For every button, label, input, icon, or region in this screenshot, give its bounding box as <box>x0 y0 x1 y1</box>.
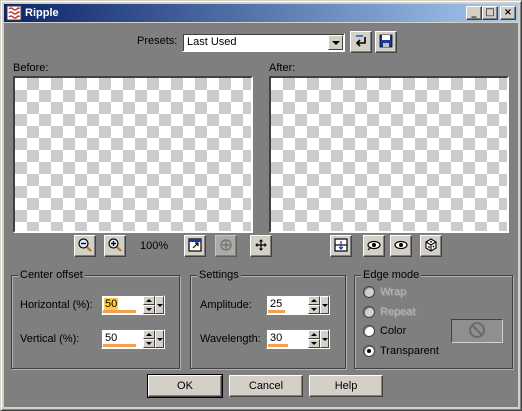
settings-title: Settings <box>197 269 241 281</box>
wavelength-spinner[interactable]: 30 <box>266 329 330 349</box>
window-title: Ripple <box>25 7 59 19</box>
zoom-level: 100% <box>140 240 169 252</box>
spin-down-icon[interactable] <box>143 305 155 314</box>
auto-proof-button[interactable] <box>390 235 412 257</box>
zoom-out-button[interactable] <box>74 235 96 257</box>
spin-down-icon[interactable] <box>143 339 155 348</box>
wavelength-label: Wavelength: <box>200 333 261 345</box>
spin-up-icon[interactable] <box>143 296 155 305</box>
navigate-icon <box>218 237 234 256</box>
horizontal-spinner[interactable]: 50 <box>101 295 165 315</box>
edge-mode-transparent-radio[interactable]: Transparent <box>363 345 439 357</box>
maximize-button[interactable]: □ <box>482 6 498 20</box>
randomize-button[interactable] <box>420 235 442 257</box>
slider-popup-icon[interactable] <box>320 296 329 314</box>
spin-down-icon[interactable] <box>308 339 320 348</box>
slider-popup-icon[interactable] <box>155 330 164 348</box>
toggle-split-button[interactable] <box>330 235 352 257</box>
amplitude-value[interactable]: 25 <box>269 298 283 310</box>
ok-button[interactable]: OK <box>147 374 223 398</box>
center-offset-group: Center offset <box>11 269 180 369</box>
radio-icon <box>363 306 375 318</box>
navigate-button[interactable] <box>215 235 237 257</box>
center-offset-title: Center offset <box>18 269 85 281</box>
save-preset-button[interactable] <box>375 31 397 53</box>
ripple-dialog: Ripple _ □ × Presets: Last Used Before: … <box>0 0 522 411</box>
vertical-spinner[interactable]: 50 <box>101 329 165 349</box>
settings-group: Settings <box>190 269 346 369</box>
edge-color-swatch[interactable] <box>451 319 503 343</box>
edge-mode-repeat-radio[interactable]: Repeat <box>363 306 415 318</box>
toggle-split-icon <box>333 237 349 256</box>
ripple-app-icon <box>6 5 22 21</box>
help-button[interactable]: Help <box>309 375 383 397</box>
radio-checked-icon <box>363 345 375 357</box>
auto-proof-icon <box>393 237 409 256</box>
fit-window-button[interactable] <box>184 235 206 257</box>
move-preview-button[interactable] <box>250 235 272 257</box>
edge-mode-transparent-label: Transparent <box>380 345 439 357</box>
slider-popup-icon[interactable] <box>155 296 164 314</box>
zoom-out-icon <box>77 237 93 256</box>
vertical-slider-bar[interactable] <box>103 344 136 347</box>
edge-mode-repeat-label: Repeat <box>380 306 416 318</box>
edge-mode-wrap-radio[interactable]: Wrap <box>363 286 406 298</box>
amplitude-spinner[interactable]: 25 <box>266 295 330 315</box>
save-preset-icon <box>378 33 394 52</box>
amplitude-spin-buttons <box>308 296 320 314</box>
close-icon: × <box>503 7 513 18</box>
zoom-in-button[interactable] <box>104 235 126 257</box>
edge-mode-color-label: Color <box>380 325 407 337</box>
proof-icon <box>366 237 382 256</box>
edge-mode-wrap-label: Wrap <box>380 286 407 298</box>
spin-up-icon[interactable] <box>143 330 155 339</box>
zoom-in-icon <box>107 237 123 256</box>
spin-down-icon[interactable] <box>308 305 320 314</box>
spin-up-icon[interactable] <box>308 330 320 339</box>
vertical-spin-buttons <box>143 330 155 348</box>
fit-window-icon <box>187 237 203 256</box>
amplitude-slider-bar[interactable] <box>268 310 285 313</box>
chevron-down-icon[interactable] <box>328 35 343 50</box>
horizontal-spin-buttons <box>143 296 155 314</box>
radio-icon <box>363 325 375 337</box>
wavelength-value[interactable]: 30 <box>269 332 283 344</box>
horizontal-slider-bar[interactable] <box>103 310 136 313</box>
close-button[interactable]: × <box>500 6 516 20</box>
horizontal-label: Horizontal (%): <box>20 299 93 311</box>
minimize-button[interactable]: _ <box>466 6 482 20</box>
dialog-content: Presets: Last Used Before: After: 100% C… <box>4 23 518 407</box>
move-preview-icon <box>253 237 269 256</box>
no-color-icon <box>468 321 486 342</box>
proof-button[interactable] <box>363 235 385 257</box>
cancel-button[interactable]: Cancel <box>229 375 303 397</box>
after-preview[interactable] <box>269 76 509 233</box>
after-label: After: <box>269 62 296 74</box>
vertical-value[interactable]: 50 <box>104 332 118 344</box>
randomize-icon <box>423 237 439 256</box>
radio-icon <box>363 286 375 298</box>
amplitude-label: Amplitude: <box>200 299 252 311</box>
titlebar-buttons: _ □ × <box>466 6 516 20</box>
wavelength-spin-buttons <box>308 330 320 348</box>
edge-mode-title: Edge mode <box>361 269 422 281</box>
titlebar[interactable]: Ripple _ □ × <box>4 4 518 22</box>
maximize-icon: □ <box>485 7 495 18</box>
before-label: Before: <box>13 62 49 74</box>
reset-preset-button[interactable] <box>350 31 372 53</box>
reset-preset-icon <box>353 33 369 52</box>
presets-label: Presets: <box>137 35 178 47</box>
presets-value: Last Used <box>187 36 237 48</box>
wavelength-slider-bar[interactable] <box>268 344 288 347</box>
horizontal-value[interactable]: 50 <box>104 298 119 310</box>
spin-up-icon[interactable] <box>308 296 320 305</box>
minimize-icon: _ <box>471 7 477 18</box>
edge-mode-color-radio[interactable]: Color <box>363 325 406 337</box>
presets-dropdown[interactable]: Last Used <box>182 33 345 52</box>
slider-popup-icon[interactable] <box>320 330 329 348</box>
vertical-label: Vertical (%): <box>20 333 80 345</box>
before-preview[interactable] <box>13 76 253 233</box>
